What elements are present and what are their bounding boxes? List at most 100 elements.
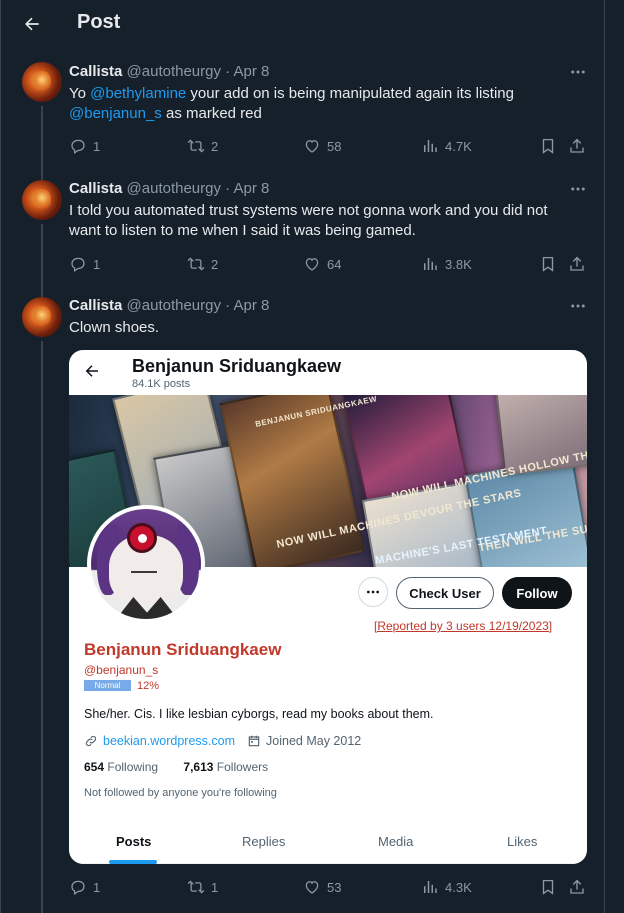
author-name[interactable]: Callista: [69, 180, 122, 197]
text-segment: as marked red: [161, 105, 262, 122]
share-icon: [570, 138, 584, 153]
author-name[interactable]: Callista: [69, 297, 122, 314]
share-button[interactable]: [568, 878, 586, 896]
calendar-icon: [248, 735, 260, 747]
repost-count: 2: [211, 256, 219, 272]
profile-bio: She/her. Cis. I like lesbian cyborgs, re…: [84, 707, 434, 721]
joined-date: Joined May 2012: [266, 734, 362, 748]
reply-icon: [71, 139, 85, 154]
bookmark-icon: [542, 256, 554, 272]
profile-post-count: 84.1K posts: [132, 378, 191, 390]
tab-replies: Replies: [242, 834, 286, 849]
reply-button[interactable]: 1: [69, 878, 100, 896]
text-line: want to listen to me when I said it was …: [69, 222, 416, 239]
profile-handle: @benjanun_s: [84, 663, 159, 677]
attached-image[interactable]: Benjanun Sriduangkaew 84.1K posts NOW WI…: [69, 350, 587, 864]
follow-button: Follow: [502, 577, 572, 609]
tweet-date[interactable]: Apr 8: [234, 180, 270, 197]
following-label: Following: [107, 760, 159, 774]
analytics-icon: [424, 258, 437, 270]
repost-button[interactable]: 2: [187, 137, 218, 155]
profile-avatar: [87, 505, 205, 623]
tweet-meta: Callista @autotheurgy · Apr 8: [69, 180, 269, 197]
repost-count: 2: [211, 138, 219, 154]
profile-display-name: Benjanun Sriduangkaew: [84, 640, 282, 659]
heart-icon: [305, 258, 319, 271]
right-border: [604, 0, 605, 913]
view-count: 3.8K: [445, 256, 472, 272]
check-user-button: Check User: [396, 577, 494, 609]
tab-likes: Likes: [507, 834, 538, 849]
website-link: beekian.wordpress.com: [103, 734, 236, 748]
more-options-icon: [367, 590, 379, 594]
link-icon: [85, 735, 97, 747]
following-count: 654: [84, 760, 105, 774]
repost-button[interactable]: 1: [187, 878, 218, 896]
heart-icon: [305, 140, 319, 153]
profile-tabs: Posts Replies Media Likes: [69, 820, 587, 864]
reported-notice: [Reported by 3 users 12/19/2023]: [374, 619, 553, 633]
action-bar: 1 2 64 3.8K: [69, 255, 589, 275]
share-button[interactable]: [568, 255, 586, 273]
repost-icon: [187, 257, 205, 271]
views-button[interactable]: 4.7K: [421, 137, 472, 155]
like-count: 53: [327, 879, 342, 895]
bookmark-button[interactable]: [539, 255, 557, 273]
tweet-date[interactable]: Apr 8: [234, 297, 270, 314]
repost-icon: [187, 880, 205, 894]
tab-media: Media: [378, 834, 414, 849]
analytics-icon: [424, 140, 437, 152]
repost-icon: [187, 139, 205, 153]
view-count: 4.7K: [445, 138, 472, 154]
separator: ·: [225, 180, 231, 197]
active-tab-indicator: [109, 860, 157, 864]
not-followed-note: Not followed by anyone you're following: [84, 787, 277, 799]
reply-count: 1: [93, 879, 101, 895]
mention-link[interactable]: @benjanun_s: [69, 105, 162, 122]
thread-connector: [41, 341, 43, 913]
repost-button[interactable]: 2: [187, 255, 218, 273]
like-button[interactable]: 64: [303, 255, 341, 273]
text-segment: Yo: [69, 85, 91, 102]
more-options-icon[interactable]: [568, 62, 588, 82]
page-title: Post: [77, 11, 121, 33]
more-options-icon[interactable]: [568, 179, 588, 199]
share-icon: [570, 256, 584, 271]
text-line: I told you automated trust systems were …: [69, 202, 548, 219]
repost-count: 1: [211, 879, 219, 895]
views-button[interactable]: 3.8K: [421, 255, 472, 273]
share-button[interactable]: [568, 137, 586, 155]
bookmark-button[interactable]: [539, 137, 557, 155]
like-button[interactable]: 58: [303, 137, 341, 155]
bookmark-icon: [542, 879, 554, 895]
follow-stats: 654 Following 7,613 Followers: [84, 760, 268, 774]
author-handle[interactable]: @autotheurgy: [127, 63, 221, 80]
trust-percent: 12%: [137, 680, 160, 692]
bookmark-button[interactable]: [539, 878, 557, 896]
back-arrow-icon[interactable]: [20, 12, 44, 36]
avatar[interactable]: [22, 297, 62, 337]
thread-connector: [41, 106, 43, 182]
avatar-mouth: [131, 571, 157, 573]
avatar[interactable]: [22, 180, 62, 220]
reply-button[interactable]: 1: [69, 137, 100, 155]
more-options-icon[interactable]: [568, 296, 588, 316]
author-handle[interactable]: @autotheurgy: [127, 297, 221, 314]
like-count: 58: [327, 138, 342, 154]
text-segment: your add on is being manipulated again i…: [186, 85, 514, 102]
avatar[interactable]: [22, 62, 62, 102]
share-icon: [570, 879, 584, 894]
mention-link[interactable]: @bethylamine: [90, 85, 186, 102]
reply-count: 1: [93, 256, 101, 272]
author-name[interactable]: Callista: [69, 63, 122, 80]
followers-count: 7,613: [183, 760, 214, 774]
views-button[interactable]: 4.3K: [421, 878, 472, 896]
tweet-date[interactable]: Apr 8: [234, 63, 270, 80]
like-button[interactable]: 53: [303, 878, 341, 896]
reply-button[interactable]: 1: [69, 255, 100, 273]
tweet-text: Clown shoes.: [69, 319, 160, 336]
profile-header-name: Benjanun Sriduangkaew: [132, 356, 342, 376]
bookmark-icon: [542, 138, 554, 154]
avatar-eye: [127, 523, 157, 553]
author-handle[interactable]: @autotheurgy: [127, 180, 221, 197]
